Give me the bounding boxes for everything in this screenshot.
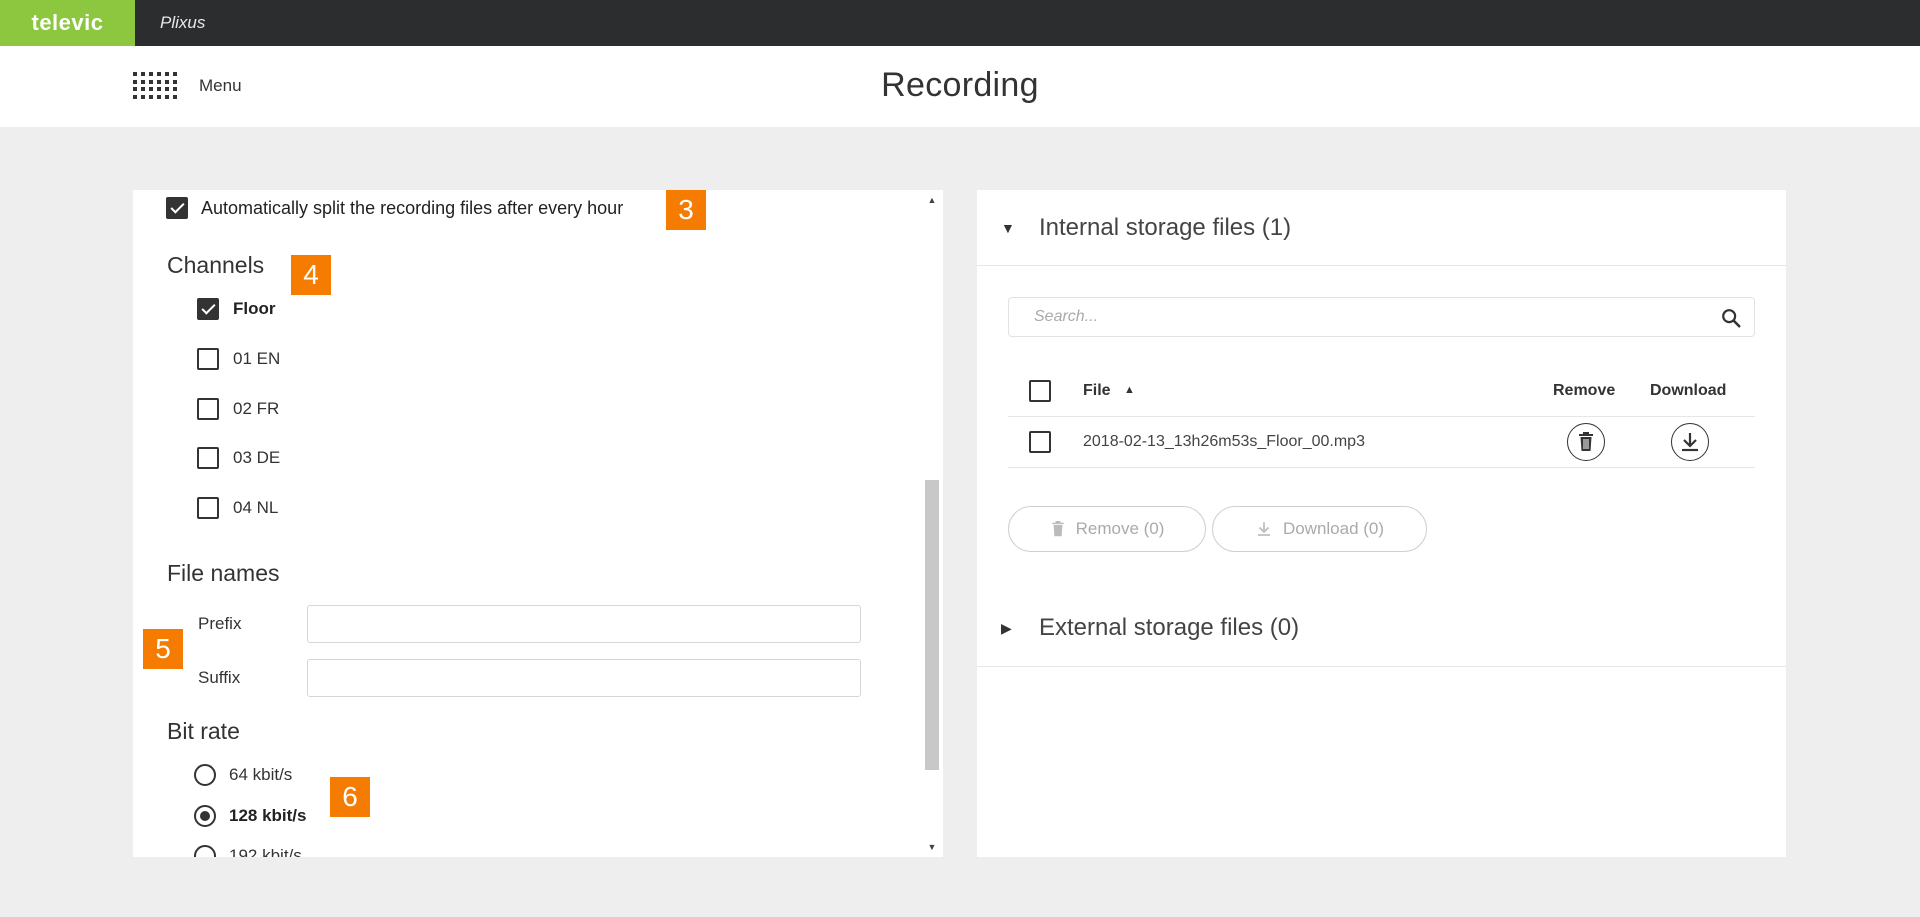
channel-checkbox[interactable] xyxy=(197,298,219,320)
scrollbar-thumb[interactable] xyxy=(925,480,939,770)
channel-item-02-fr[interactable]: 02 FR xyxy=(197,398,279,420)
bit-rate-label: 64 kbit/s xyxy=(229,765,293,784)
bit-rate-label: 192 kbit/s xyxy=(229,846,302,857)
brand-logo: televic xyxy=(0,0,135,46)
bit-rate-label: 128 kbit/s xyxy=(229,806,307,825)
internal-storage-header[interactable]: ▼ Internal storage files (1) xyxy=(977,190,1786,266)
channel-label: 01 EN xyxy=(233,349,281,368)
bit-rate-radio[interactable] xyxy=(194,764,216,786)
file-column-header[interactable]: File ▲ xyxy=(1083,382,1135,400)
channel-checkbox[interactable] xyxy=(197,447,219,469)
remove-file-button[interactable] xyxy=(1567,423,1605,461)
sort-ascending-icon: ▲ xyxy=(1124,384,1135,396)
channel-item-03-de[interactable]: 03 DE xyxy=(197,447,280,469)
expand-arrow-icon: ▶ xyxy=(1001,619,1012,636)
channel-item-floor[interactable]: Floor xyxy=(197,298,276,320)
channel-label: Floor xyxy=(233,299,276,318)
channel-checkbox[interactable] xyxy=(197,398,219,420)
file-names-heading: File names xyxy=(167,560,280,586)
search-icon[interactable] xyxy=(1720,307,1742,329)
storage-files-panel: ▼ Internal storage files (1) File ▲ Remo… xyxy=(977,190,1786,857)
table-row-divider xyxy=(1008,467,1755,468)
bit-rate-heading: Bit rate xyxy=(167,718,240,744)
auto-split-option[interactable]: Automatically split the recording files … xyxy=(166,197,623,219)
trash-icon xyxy=(1579,432,1593,451)
external-storage-title: External storage files (0) xyxy=(1039,614,1300,641)
channel-checkbox[interactable] xyxy=(197,497,219,519)
app-grid-icon xyxy=(133,72,179,100)
channel-label: 02 FR xyxy=(233,399,280,418)
channel-label: 03 DE xyxy=(233,448,281,467)
download-selected-button[interactable]: Download (0) xyxy=(1212,506,1427,552)
prefix-input[interactable] xyxy=(307,605,861,643)
internal-storage-title: Internal storage files (1) xyxy=(1039,214,1292,241)
annotation-badge-3: 3 xyxy=(666,190,706,230)
search-input[interactable] xyxy=(1009,298,1709,336)
scroll-up-icon[interactable]: ▲ xyxy=(922,192,942,208)
product-name: Plixus xyxy=(160,13,206,32)
recording-settings-panel: Automatically split the recording files … xyxy=(133,190,943,857)
download-icon xyxy=(1257,522,1270,536)
channel-item-01-en[interactable]: 01 EN xyxy=(197,348,280,370)
collapse-arrow-icon: ▼ xyxy=(1001,220,1015,236)
download-file-button[interactable] xyxy=(1671,423,1709,461)
annotation-badge-6: 6 xyxy=(330,777,370,817)
file-column-label: File xyxy=(1083,382,1111,399)
divider xyxy=(977,666,1786,667)
settings-scrollbar[interactable]: ▲ ▼ xyxy=(922,190,942,857)
menu-label: Menu xyxy=(199,75,242,95)
bit-rate-option-128[interactable]: 128 kbit/s xyxy=(194,805,307,827)
download-icon xyxy=(1682,433,1698,452)
scroll-down-icon[interactable]: ▼ xyxy=(922,839,942,855)
remove-selected-label: Remove (0) xyxy=(1075,519,1165,538)
external-storage-header[interactable]: ▶ External storage files (0) xyxy=(977,590,1786,666)
trash-icon xyxy=(1051,521,1064,537)
channel-label: 04 NL xyxy=(233,498,279,517)
table-header-divider xyxy=(1008,416,1755,417)
bit-rate-option-64[interactable]: 64 kbit/s xyxy=(194,764,292,786)
download-column-header: Download xyxy=(1650,382,1727,399)
suffix-label: Suffix xyxy=(198,668,241,687)
remove-column-header: Remove xyxy=(1553,382,1616,399)
bit-rate-option-192[interactable]: 192 kbit/s xyxy=(194,845,302,857)
file-name: 2018-02-13_13h26m53s_Floor_00.mp3 xyxy=(1083,433,1365,450)
divider xyxy=(977,265,1786,266)
channels-heading: Channels xyxy=(167,252,265,278)
suffix-input[interactable] xyxy=(307,659,861,697)
page-title: Recording xyxy=(881,66,1039,104)
prefix-label: Prefix xyxy=(198,614,242,633)
annotation-badge-4: 4 xyxy=(291,255,331,295)
file-search[interactable] xyxy=(1008,297,1755,337)
channel-item-04-nl[interactable]: 04 NL xyxy=(197,497,278,519)
remove-selected-button[interactable]: Remove (0) xyxy=(1008,506,1206,552)
page-header: Recording Menu xyxy=(0,46,1920,127)
channel-checkbox[interactable] xyxy=(197,348,219,370)
annotation-badge-5: 5 xyxy=(143,629,183,669)
menu-button[interactable]: Menu xyxy=(133,72,242,100)
row-checkbox[interactable] xyxy=(1029,431,1051,453)
auto-split-checkbox[interactable] xyxy=(166,197,188,219)
select-all-checkbox[interactable] xyxy=(1029,380,1051,402)
bit-rate-radio[interactable] xyxy=(194,805,216,827)
auto-split-label: Automatically split the recording files … xyxy=(201,197,624,218)
bit-rate-radio[interactable] xyxy=(194,845,216,857)
download-selected-label: Download (0) xyxy=(1282,519,1385,538)
top-bar: televic Plixus xyxy=(0,0,1920,46)
